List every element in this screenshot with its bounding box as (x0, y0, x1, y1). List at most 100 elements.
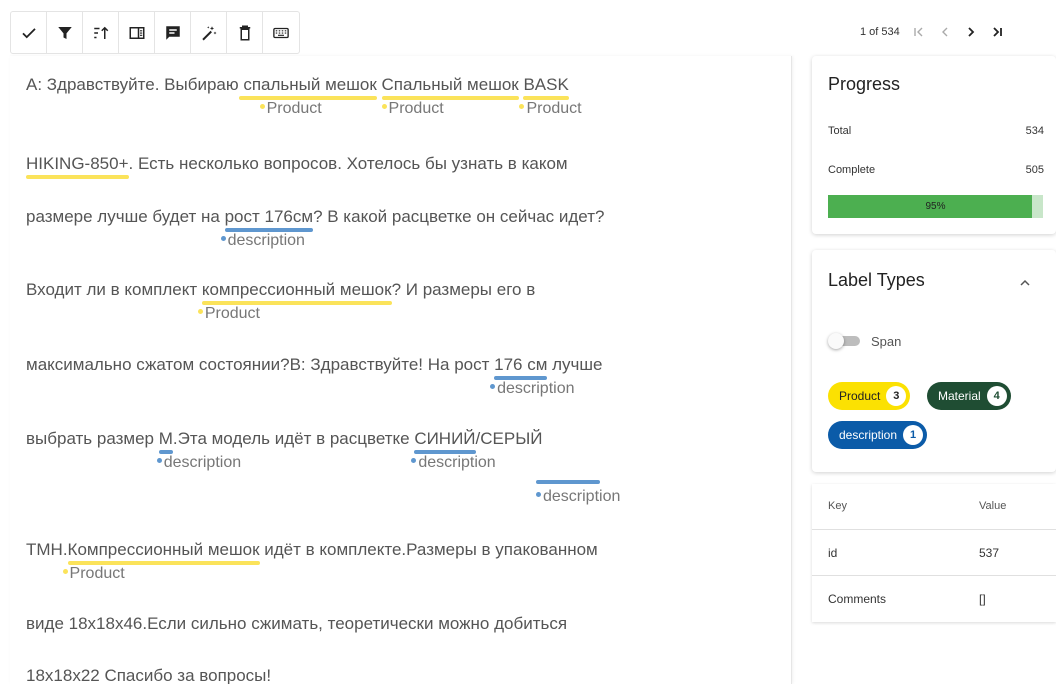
entity-tag: description (411, 454, 496, 472)
table-header: Key Value (812, 484, 1056, 530)
chip-product[interactable]: Product 3 (828, 382, 911, 410)
entity-tag: description (536, 488, 620, 506)
product-dot-icon (62, 569, 68, 575)
entity-span[interactable]: Спальный мешок Product (381, 75, 519, 117)
tag-label: Product (69, 565, 125, 582)
sort-button[interactable] (83, 12, 119, 53)
delete-button[interactable] (227, 12, 263, 53)
row-value: 537 (979, 546, 1000, 560)
text-line: ТМН.Компрессионный мешок Product идёт в к… (26, 540, 598, 582)
text-segment: ? И размеры его в (391, 280, 536, 299)
page-indicator: 1 of 534 (860, 26, 900, 38)
entity-text: М (158, 429, 173, 448)
entity-text: Спальный мешок (381, 75, 519, 94)
text-segment: ТМН. (26, 540, 68, 559)
magic-wand-icon (201, 25, 216, 40)
text-segment: /СЕРЫЙ (475, 429, 543, 448)
chevron-up-icon[interactable] (1018, 276, 1032, 290)
entity-span[interactable]: Компрессионный мешок Product (62, 540, 260, 582)
chevron-left-icon (941, 27, 948, 37)
entity-tag: Product (519, 100, 582, 118)
tag-label: description (227, 232, 305, 249)
entity-text: HIKING-850+ (26, 154, 129, 173)
entity-text: рост 176см (224, 207, 314, 226)
product-dot-icon (259, 104, 265, 110)
entity-text: СИНИЙ (414, 429, 476, 448)
label-types-card: Label Types Span Product 3 Material 4 de… (812, 250, 1056, 472)
text-line: HIKING-850+. Есть несколько вопросов. Хо… (26, 154, 568, 179)
check-button[interactable] (11, 12, 47, 53)
annotation-toolbar (10, 11, 300, 54)
text-segment: A: Здравствуйте. Выбираю (26, 75, 239, 94)
complete-value: 505 (1025, 164, 1044, 176)
tag-label: description (163, 454, 242, 471)
chip-material[interactable]: Material 4 (927, 382, 1011, 410)
pagination: 1 of 534 (860, 22, 1010, 42)
progress-percent: 95% (925, 201, 946, 212)
last-page-button[interactable] (984, 22, 1010, 42)
entity-span[interactable]: СИНИЙ description (411, 429, 496, 471)
entity-tag: Product (197, 305, 260, 323)
chip-label: Product (839, 389, 881, 403)
keyboard-icon (273, 27, 289, 38)
entity-tag: Product (62, 565, 125, 583)
entity-text: 176 см (494, 355, 548, 374)
entity-underline[interactable] (536, 480, 600, 484)
description-dot-icon (536, 492, 541, 498)
label-types-title: Label Types (828, 270, 925, 290)
entity-text: компрессионный мешок (201, 280, 392, 299)
span-toggle[interactable] (828, 333, 862, 349)
prev-page-button[interactable] (932, 22, 958, 42)
text-segment: идёт в комплекте.Размеры в упакованном (259, 540, 598, 559)
comment-button[interactable] (155, 12, 191, 53)
chip-description[interactable]: description 1 (828, 421, 928, 449)
row-key: id (828, 546, 838, 560)
entity-span[interactable]: Мdescription (156, 429, 241, 471)
first-page-button[interactable] (906, 22, 932, 42)
filter-button[interactable] (47, 12, 83, 53)
chevron-right-icon (968, 27, 975, 37)
shortcuts-button[interactable] (263, 12, 299, 53)
row-value: [] (979, 592, 986, 606)
chip-count: 3 (886, 386, 907, 406)
entity-span[interactable]: спальный мешок Product (238, 75, 377, 117)
total-row: Total 534 (828, 125, 1044, 137)
progress-card: Progress Total 534 Complete 505 95% (812, 56, 1056, 234)
text-line: виде 18х18х46.Если сильно сжимать, теоре… (26, 614, 567, 634)
row-key: Comments (828, 592, 887, 606)
entity-span[interactable]: BASK Product (519, 75, 582, 117)
entity-span[interactable]: HIKING-850+ (26, 154, 129, 179)
entity-text: спальный мешок (238, 75, 377, 94)
tag-label: Product (388, 100, 444, 117)
text-segment: максимально сжатом состоянии?В: Здравств… (26, 355, 495, 374)
complete-label: Complete (828, 164, 876, 176)
tag-label: Product (266, 100, 322, 117)
text-segment: размере лучше будет на (26, 207, 225, 226)
key-header: Key (828, 500, 847, 512)
sort-icon (93, 26, 108, 39)
entity-span[interactable]: рост 176см description (220, 207, 314, 249)
entity-span[interactable]: 176 см description (490, 355, 575, 397)
tag-label: description (497, 380, 575, 397)
progress-bar: 95% (828, 195, 1043, 218)
auto-label-button[interactable] (191, 12, 227, 53)
text-segment: 18х18х22 Спасибо за вопросы! (26, 666, 272, 684)
text-segment: виде 18х18х46.Если сильно сжимать, теоре… (26, 614, 568, 633)
check-icon (21, 27, 36, 38)
chip-count: 1 (903, 425, 924, 445)
text-segment: ? В какой расцветке он сейчас идет? (313, 207, 605, 226)
next-page-button[interactable] (958, 22, 984, 42)
text-segment: Входит ли в комплект (26, 280, 202, 299)
product-dot-icon (381, 104, 387, 110)
progress-title: Progress (828, 74, 901, 94)
layout-button[interactable] (119, 12, 155, 53)
text-line: выбрать размер Мdescription .Эта модель и… (26, 429, 543, 471)
metadata-table: Key Value id 537 Comments [] (812, 484, 1056, 622)
chip-label: description (839, 428, 898, 442)
filter-icon (57, 26, 72, 39)
toggle-knob (828, 333, 844, 349)
entity-span[interactable]: компрессионный мешок Product (197, 280, 392, 322)
value-header: Value (979, 500, 1007, 512)
text-line: 18х18х22 Спасибо за вопросы! (26, 666, 271, 684)
product-dot-icon (519, 104, 525, 110)
